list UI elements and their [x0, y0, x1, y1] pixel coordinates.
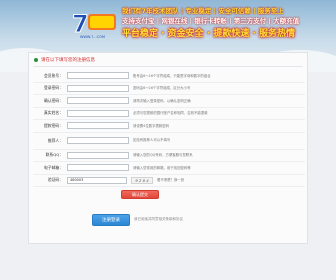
email-input[interactable] — [67, 164, 129, 171]
info-icon — [34, 58, 38, 62]
field-label: 确认密码： — [44, 97, 63, 103]
field-hint: 请设置4位数字提款密码 — [133, 123, 170, 128]
form-row-confirm-password: 确认密码： 请再次输入登录密码，以确认密码正确 — [33, 95, 305, 108]
captcha-image[interactable]: 9 2 8 4 — [131, 176, 153, 184]
form-row-email: 电子邮箱： 请输入您常用的邮箱，用于找回密码等 — [33, 162, 305, 175]
registration-panel: 请在以下填写您的注册信息 会员账号： 账号由6～16个字符组成，只能是字母和数字… — [28, 52, 308, 244]
submit-button[interactable]: 确认提交 — [121, 190, 159, 199]
form-row-withdraw-password: 提款密码： 请设置4位数字提款密码 — [33, 120, 305, 133]
registration-notice: 请在以下填写您的注册信息 — [41, 58, 95, 63]
form-row-referrer: 推荐人： 如没有推荐人可以不填写 — [33, 133, 305, 150]
register-login-button[interactable]: 注册登录 — [92, 214, 130, 226]
form-row-password: 登录密码： 密码由6～16个字符组成，区分大小写 — [33, 83, 305, 95]
captcha-input[interactable] — [67, 176, 127, 184]
field-label: 电子邮箱： — [44, 164, 63, 170]
field-label: 推荐人： — [47, 137, 63, 143]
field-hint: 密码由6～16个字符组成，区分大小写 — [133, 86, 191, 91]
site-logo[interactable]: 7 — [70, 10, 118, 36]
form-row-account: 会员账号： 账号由6～16个字符组成，只能是字母和数字的组合 — [33, 70, 305, 83]
logo-subtitle: WWW.7...COM — [80, 35, 105, 39]
refresh-captcha-link[interactable]: 看不清楚？换一张 — [157, 175, 322, 187]
password-input[interactable] — [67, 84, 129, 92]
field-hint: 请输入您的QQ号码，方便客服与您联系 — [133, 153, 193, 158]
field-label: 登录密码： — [44, 85, 63, 91]
field-hint: 必须与您提款的银行账户名称相同，否则不能提款 — [133, 111, 208, 116]
field-label: 提款密码： — [44, 122, 63, 128]
account-input[interactable] — [67, 72, 129, 79]
qq-input[interactable] — [67, 151, 129, 159]
form-row-captcha: 验证码： 9 2 8 4 看不清楚？换一张 — [33, 175, 305, 187]
field-hint: 请输入您常用的邮箱，用于找回密码等 — [133, 165, 191, 170]
confirm-password-input[interactable] — [67, 97, 129, 104]
field-hint: 请再次输入登录密码，以确认密码正确 — [133, 98, 191, 103]
registration-form: 会员账号： 账号由6～16个字符组成，只能是字母和数字的组合 登录密码： 密码由… — [33, 70, 305, 187]
real-name-input[interactable] — [67, 109, 129, 117]
form-row-real-name: 真实姓名： 必须与您提款的银行账户名称相同，否则不能提款 — [33, 108, 305, 120]
field-label: 验证码： — [47, 177, 63, 183]
banner-slogan-2: 支持支付宝 | 网银在线 | 银行卡转账 | 第三方支付 | 大额充值 — [122, 17, 300, 25]
field-label: 联系QQ： — [45, 152, 63, 158]
field-hint: 账号由6～16个字符组成，只能是字母和数字的组合 — [133, 73, 211, 78]
logo-text: 7 — [72, 10, 89, 36]
banner-slogan-3: 平台稳定 · 资金安全 · 提款快速 · 服务热情 — [122, 29, 296, 39]
referrer-input[interactable] — [67, 136, 129, 144]
field-hint: 如没有推荐人可以不填写 — [133, 138, 171, 143]
field-label: 真实姓名： — [44, 110, 63, 116]
terms-note: 我已阅读并同意相关条款和协议 — [134, 217, 183, 221]
banner-slogan-1: 我们有7年技术团队 | 专业稳定 | 安全可信赖 | 服务至上 — [122, 7, 284, 15]
form-row-qq: 联系QQ： 请输入您的QQ号码，方便客服与您联系 — [33, 150, 305, 162]
withdraw-password-input[interactable] — [67, 122, 129, 129]
divider — [33, 66, 303, 67]
field-label: 会员账号： — [44, 72, 63, 78]
